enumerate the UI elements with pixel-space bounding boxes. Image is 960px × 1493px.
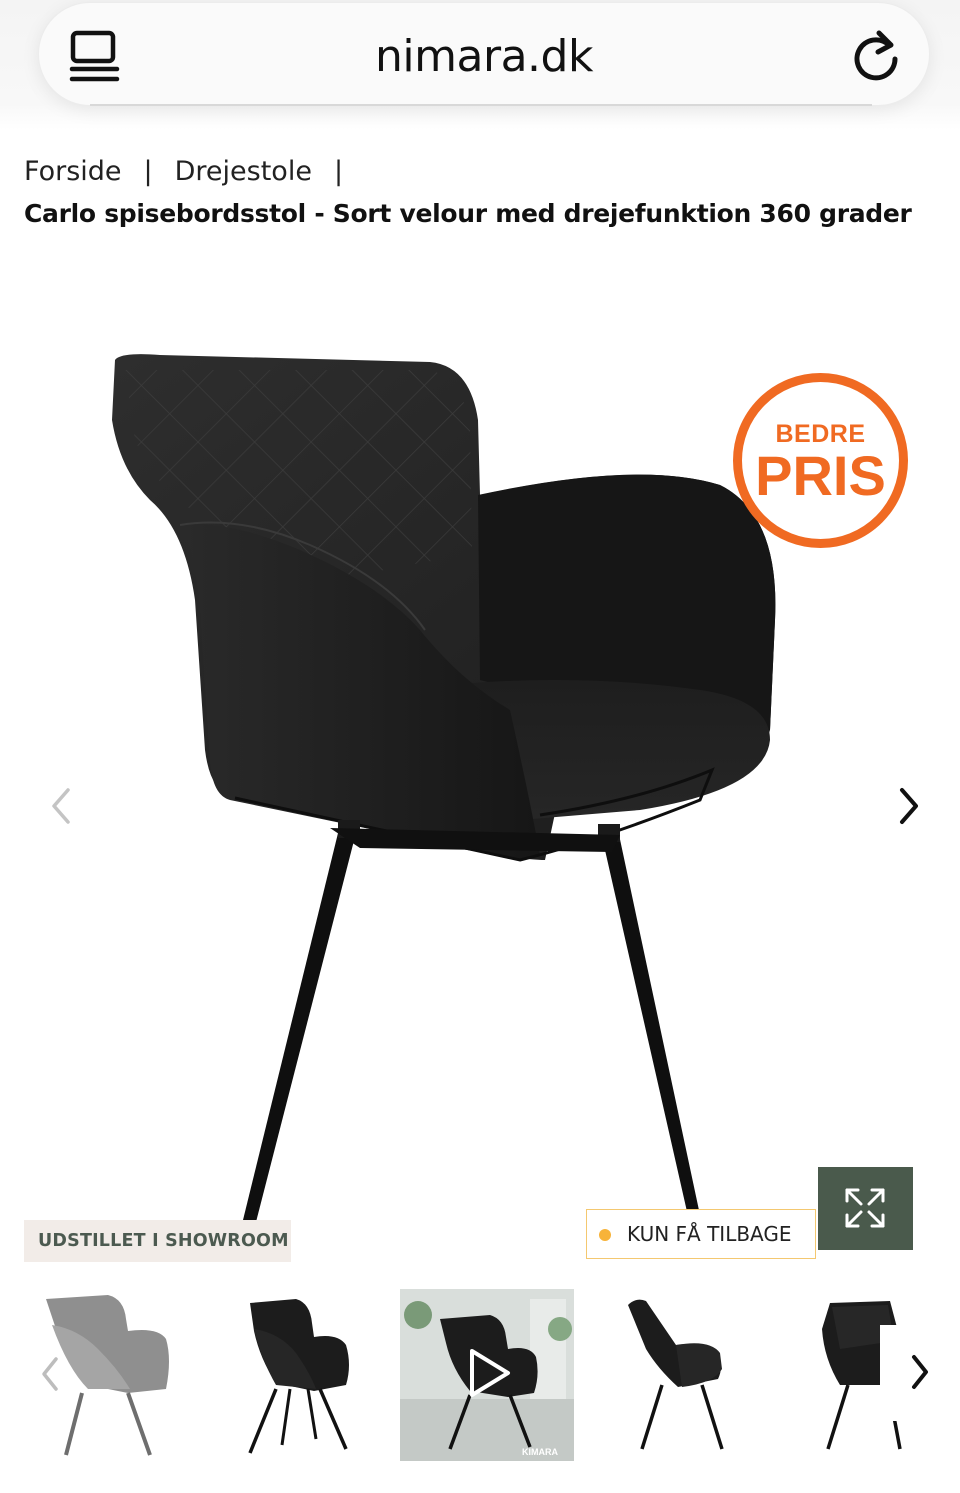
next-image-arrow[interactable] [884, 778, 934, 834]
product-title: Carlo spisebordsstol - Sort velour med d… [24, 199, 912, 228]
breadcrumb-link-drejestole[interactable]: Drejestole [175, 156, 312, 187]
breadcrumb: Forside | Drejestole | [24, 156, 365, 187]
chevron-right-icon [912, 1355, 928, 1389]
breadcrumb-link-forside[interactable]: Forside [24, 156, 122, 187]
thumbnail-4[interactable] [618, 1289, 748, 1461]
breadcrumb-separator: | [333, 156, 344, 187]
thumbnails-prev-arrow[interactable] [28, 1349, 72, 1399]
fullscreen-expand-button[interactable] [818, 1167, 913, 1250]
low-stock-badge: KUN FÅ TILBAGE [586, 1209, 816, 1259]
stock-label: KUN FÅ TILBAGE [627, 1222, 792, 1246]
thumbnail-2[interactable] [230, 1289, 370, 1461]
badge-price-big: PRIS [755, 444, 886, 507]
browser-toolbar: nimara.dk [0, 0, 960, 130]
url-domain[interactable]: nimara.dk [39, 31, 929, 82]
toolbar-divider [90, 104, 872, 106]
prev-image-arrow[interactable] [36, 778, 86, 834]
address-bar[interactable]: nimara.dk [38, 2, 930, 106]
breadcrumb-separator: | [143, 156, 153, 187]
stock-dot-icon [599, 1229, 611, 1241]
expand-icon [845, 1188, 885, 1228]
thumbnail-watermark: KIMARA [522, 1447, 558, 1457]
thumbnails-next-button[interactable] [880, 1325, 960, 1421]
reload-icon[interactable] [849, 25, 903, 83]
showroom-badge: UDSTILLET I SHOWROOM [24, 1220, 291, 1262]
better-price-badge: BEDRE PRIS [733, 373, 908, 548]
play-video-icon[interactable] [460, 1345, 516, 1401]
